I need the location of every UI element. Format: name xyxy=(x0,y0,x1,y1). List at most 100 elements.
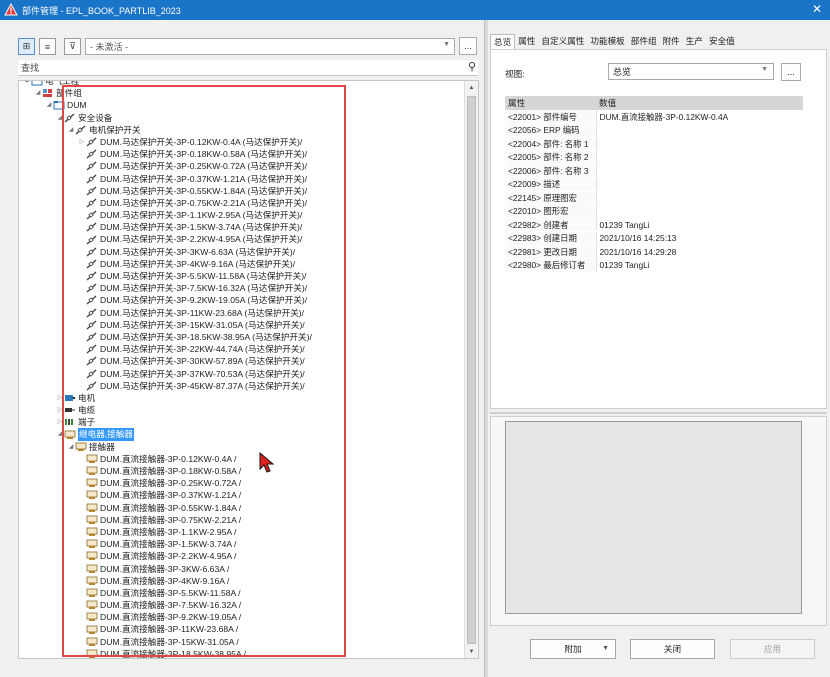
tree-node[interactable]: DUM.直流接触器-3P-2.2KW-4.95A / xyxy=(19,550,312,562)
tree-node[interactable]: DUM.马达保护开关-3P-0.75KW-2.21A (马达保护开关)/ xyxy=(19,197,312,209)
property-value[interactable] xyxy=(596,123,803,138)
tab-4[interactable]: 部件组 xyxy=(628,34,660,49)
tree-node[interactable]: DUM.直流接触器-3P-11KW-23.68A / xyxy=(19,623,312,635)
property-value[interactable]: 2021/10/16 14:29:28 xyxy=(596,245,803,259)
tree-node[interactable]: DUM.马达保护开关-3P-22KW-44.74A (马达保护开关)/ xyxy=(19,343,312,355)
tree-node[interactable]: DUM.马达保护开关-3P-37KW-70.53A (马达保护开关)/ xyxy=(19,368,312,380)
property-row[interactable]: <22980> 最后修订者 01239 TangLi xyxy=(505,258,803,273)
property-row[interactable]: <22001> 部件编号 DUM.直流接触器-3P-0.12KW-0.4A xyxy=(505,110,803,124)
tree-node[interactable]: DUM.马达保护开关-3P-0.37KW-1.21A (马达保护开关)/ xyxy=(19,173,312,185)
filter-dropdown[interactable]: - 未激活 - ▼ xyxy=(85,38,455,55)
column-header-property[interactable]: 属性 xyxy=(505,96,596,110)
property-row[interactable]: <22145> 原理图宏 xyxy=(505,191,803,205)
property-value[interactable] xyxy=(596,164,803,178)
property-value[interactable] xyxy=(596,191,803,205)
property-value[interactable]: 01239 TangLi xyxy=(596,258,803,273)
tree-node[interactable]: DUM.直流接触器-3P-0.55KW-1.84A / xyxy=(19,502,312,514)
scroll-thumb[interactable] xyxy=(467,96,476,644)
tab-1[interactable]: 属性 xyxy=(515,34,538,49)
expand-arrow-icon[interactable]: ▷ xyxy=(56,416,64,428)
tree-scrollbar[interactable]: ▲ ▼ xyxy=(464,81,478,658)
tree-node[interactable]: ◢ 接触器 xyxy=(19,441,312,453)
property-row[interactable]: <22983> 创建日期 2021/10/16 14:25:13 xyxy=(505,231,803,246)
tree-node[interactable]: ▷ DUM.马达保护开关-3P-0.12KW-0.4A (马达保护开关)/ xyxy=(19,136,312,148)
property-value[interactable]: 2021/10/16 14:25:13 xyxy=(596,231,803,246)
tree-node[interactable]: ▷ 端子 xyxy=(19,416,312,428)
tree-node[interactable]: ▷ 电机 xyxy=(19,392,312,404)
tree-node[interactable]: DUM.马达保护开关-3P-3KW-6.63A (马达保护开关)/ xyxy=(19,246,312,258)
tab-6[interactable]: 生产 xyxy=(683,34,706,49)
expand-arrow-icon[interactable]: ▷ xyxy=(78,136,86,148)
tree-node[interactable]: DUM.马达保护开关-3P-15KW-31.05A (马达保护开关)/ xyxy=(19,319,312,331)
tab-7[interactable]: 安全值 xyxy=(706,34,738,49)
parts-tree[interactable]: ▲ 电气工程 ◢ 部件组 ◢ DUM ◢ 安全设备 ◢ 电机保护开关 ▷ DUM.马达保护开关-3P-… xyxy=(18,80,479,659)
chevron-down-icon[interactable]: ▼ xyxy=(602,645,609,652)
tab-2[interactable]: 自定义属性 xyxy=(538,34,587,49)
tree-node[interactable]: ◢ 电机保护开关 xyxy=(19,124,312,136)
expand-arrow-icon[interactable]: ◢ xyxy=(56,428,64,440)
search-input[interactable]: 查找 ⚲ xyxy=(18,60,478,76)
tree-node[interactable]: DUM.马达保护开关-3P-30KW-57.89A (马达保护开关)/ xyxy=(19,355,312,367)
expand-arrow-icon[interactable]: ▷ xyxy=(56,392,64,404)
column-header-value[interactable]: 数值 xyxy=(596,96,803,110)
property-row[interactable]: <22006> 部件: 名称 3 xyxy=(505,164,803,178)
expand-arrow-icon[interactable]: ◢ xyxy=(56,112,64,124)
property-value[interactable]: 01239 TangLi xyxy=(596,218,803,232)
tree-node[interactable]: DUM.马达保护开关-3P-0.55KW-1.84A (马达保护开关)/ xyxy=(19,185,312,197)
panel-splitter[interactable] xyxy=(490,412,827,414)
tree-node[interactable]: DUM.直流接触器-3P-0.25KW-0.72A / xyxy=(19,477,312,489)
tree-node[interactable]: DUM.直流接触器-3P-9.2KW-19.05A / xyxy=(19,611,312,623)
apply-button[interactable]: 应用 xyxy=(730,639,815,659)
property-value[interactable] xyxy=(596,137,803,151)
tree-node[interactable]: DUM.直流接触器-3P-7.5KW-16.32A / xyxy=(19,599,312,611)
property-row[interactable]: <22009> 描述 xyxy=(505,177,803,192)
attach-button[interactable]: 附加 ▼ xyxy=(530,639,616,659)
tree-node[interactable]: ◢ 安全设备 xyxy=(19,112,312,124)
search-icon[interactable]: ⚲ xyxy=(468,60,476,73)
tab-0[interactable]: 总览 xyxy=(490,34,516,49)
tree-node[interactable]: ◢ 部件组 xyxy=(19,87,312,99)
tree-node[interactable]: DUM.直流接触器-3P-4KW-9.16A / xyxy=(19,575,312,587)
expand-arrow-icon[interactable]: ◢ xyxy=(67,124,75,136)
tree-node[interactable]: DUM.直流接触器-3P-5.5KW-11.58A / xyxy=(19,587,312,599)
tree-node[interactable]: DUM.直流接触器-3P-1.1KW-2.95A / xyxy=(19,526,312,538)
property-row[interactable]: <22005> 部件: 名称 2 xyxy=(505,150,803,165)
property-row[interactable]: <22010> 图形宏 xyxy=(505,204,803,219)
tab-5[interactable]: 附件 xyxy=(660,34,683,49)
property-value[interactable] xyxy=(596,204,803,219)
tree-node[interactable]: DUM.马达保护开关-3P-1.5KW-3.74A (马达保护开关)/ xyxy=(19,221,312,233)
expand-arrow-icon[interactable]: ◢ xyxy=(34,87,42,99)
property-value[interactable] xyxy=(596,150,803,165)
expand-arrow-icon[interactable]: ◢ xyxy=(67,441,75,453)
filter-more-button[interactable]: ... xyxy=(459,37,477,55)
tree-node[interactable]: DUM.直流接触器-3P-0.75KW-2.21A / xyxy=(19,514,312,526)
expand-arrow-icon[interactable]: ▷ xyxy=(56,404,64,416)
tree-node[interactable]: ◢ DUM xyxy=(19,99,312,111)
tree-node[interactable]: DUM.马达保护开关-3P-0.18KW-0.58A (马达保护开关)/ xyxy=(19,148,312,160)
tree-node[interactable]: DUM.马达保护开关-3P-5.5KW-11.58A (马达保护开关)/ xyxy=(19,270,312,282)
tree-node[interactable]: DUM.马达保护开关-3P-11KW-23.68A (马达保护开关)/ xyxy=(19,307,312,319)
tree-node[interactable]: DUM.直流接触器-3P-3KW-6.63A / xyxy=(19,563,312,575)
tree-node[interactable]: DUM.马达保护开关-3P-9.2KW-19.05A (马达保护开关)/ xyxy=(19,294,312,306)
close-icon[interactable]: ✕ xyxy=(812,2,822,16)
tree-view-icon[interactable]: ⊞ xyxy=(18,38,35,55)
close-button[interactable]: 关闭 xyxy=(630,639,715,659)
tree-node[interactable]: DUM.直流接触器-3P-0.37KW-1.21A / xyxy=(19,489,312,501)
tree-node[interactable]: DUM.马达保护开关-3P-18.5KW-38.95A (马达保护开关)/ xyxy=(19,331,312,343)
property-row[interactable]: <22981> 更改日期 2021/10/16 14:29:28 xyxy=(505,245,803,259)
tree-node[interactable]: DUM.直流接触器-3P-18.5KW-38.95A / xyxy=(19,648,312,658)
property-value[interactable]: DUM.直流接触器-3P-0.12KW-0.4A xyxy=(596,110,803,124)
scroll-up-icon[interactable]: ▲ xyxy=(465,81,478,94)
tree-node[interactable]: DUM.马达保护开关-3P-2.2KW-4.95A (马达保护开关)/ xyxy=(19,233,312,245)
property-row[interactable]: <22056> ERP 编码 xyxy=(505,123,803,138)
tab-3[interactable]: 功能模板 xyxy=(587,34,627,49)
tree-node[interactable]: DUM.马达保护开关-3P-4KW-9.16A (马达保护开关)/ xyxy=(19,258,312,270)
tree-node[interactable]: DUM.马达保护开关-3P-0.25KW-0.72A (马达保护开关)/ xyxy=(19,160,312,172)
tree-node[interactable]: DUM.马达保护开关-3P-7.5KW-16.32A (马达保护开关)/ xyxy=(19,282,312,294)
tree-node[interactable]: DUM.马达保护开关-3P-1.1KW-2.95A (马达保护开关)/ xyxy=(19,209,312,221)
tree-node[interactable]: DUM.直流接触器-3P-1.5KW-3.74A / xyxy=(19,538,312,550)
list-view-icon[interactable]: ≡ xyxy=(39,38,56,55)
tree-node[interactable]: DUM.直流接触器-3P-15KW-31.05A / xyxy=(19,636,312,648)
property-value[interactable] xyxy=(596,177,803,192)
filter-icon[interactable]: ⊽ xyxy=(64,38,81,55)
